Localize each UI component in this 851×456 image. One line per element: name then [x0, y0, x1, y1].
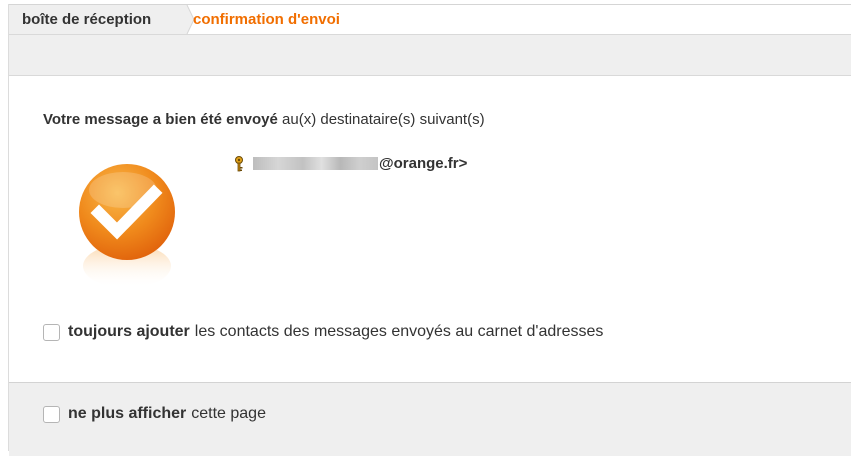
no-more-show-option[interactable]: ne plus afficher cette page: [43, 405, 266, 423]
always-add-contacts-option[interactable]: toujours ajouter les contacts des messag…: [43, 323, 603, 341]
breadcrumb-current: confirmation d'envoi: [193, 11, 340, 28]
no-more-show-label: cette page: [191, 405, 266, 422]
always-add-label: les contacts des messages envoyés au car…: [194, 323, 604, 340]
recipient-email: @orange.fr>: [379, 155, 468, 172]
recipient-address: @orange.fr>: [233, 155, 467, 172]
always-add-label-bold: toujours ajouter: [68, 323, 190, 340]
toolbar-band: [9, 34, 851, 76]
success-check-icon: [79, 164, 175, 288]
confirmation-message: Votre message a bien été envoyé au(x) de…: [43, 111, 485, 128]
breadcrumb-separator-icon: [172, 5, 194, 34]
always-add-checkbox[interactable]: [43, 323, 60, 341]
no-more-show-label-bold: ne plus afficher: [68, 405, 187, 422]
no-more-show-checkbox[interactable]: [43, 405, 60, 423]
breadcrumb-inbox[interactable]: boîte de réception: [9, 5, 187, 34]
page-frame: boîte de réception confirmation d'envoi …: [8, 4, 851, 456]
breadcrumb: boîte de réception confirmation d'envoi: [9, 5, 851, 34]
key-icon: [235, 155, 243, 171]
redacted-name: [253, 157, 378, 170]
confirmation-message-bold: Votre message a bien été envoyé: [43, 111, 278, 128]
confirmation-message-rest: au(x) destinataire(s) suivant(s): [282, 111, 485, 128]
